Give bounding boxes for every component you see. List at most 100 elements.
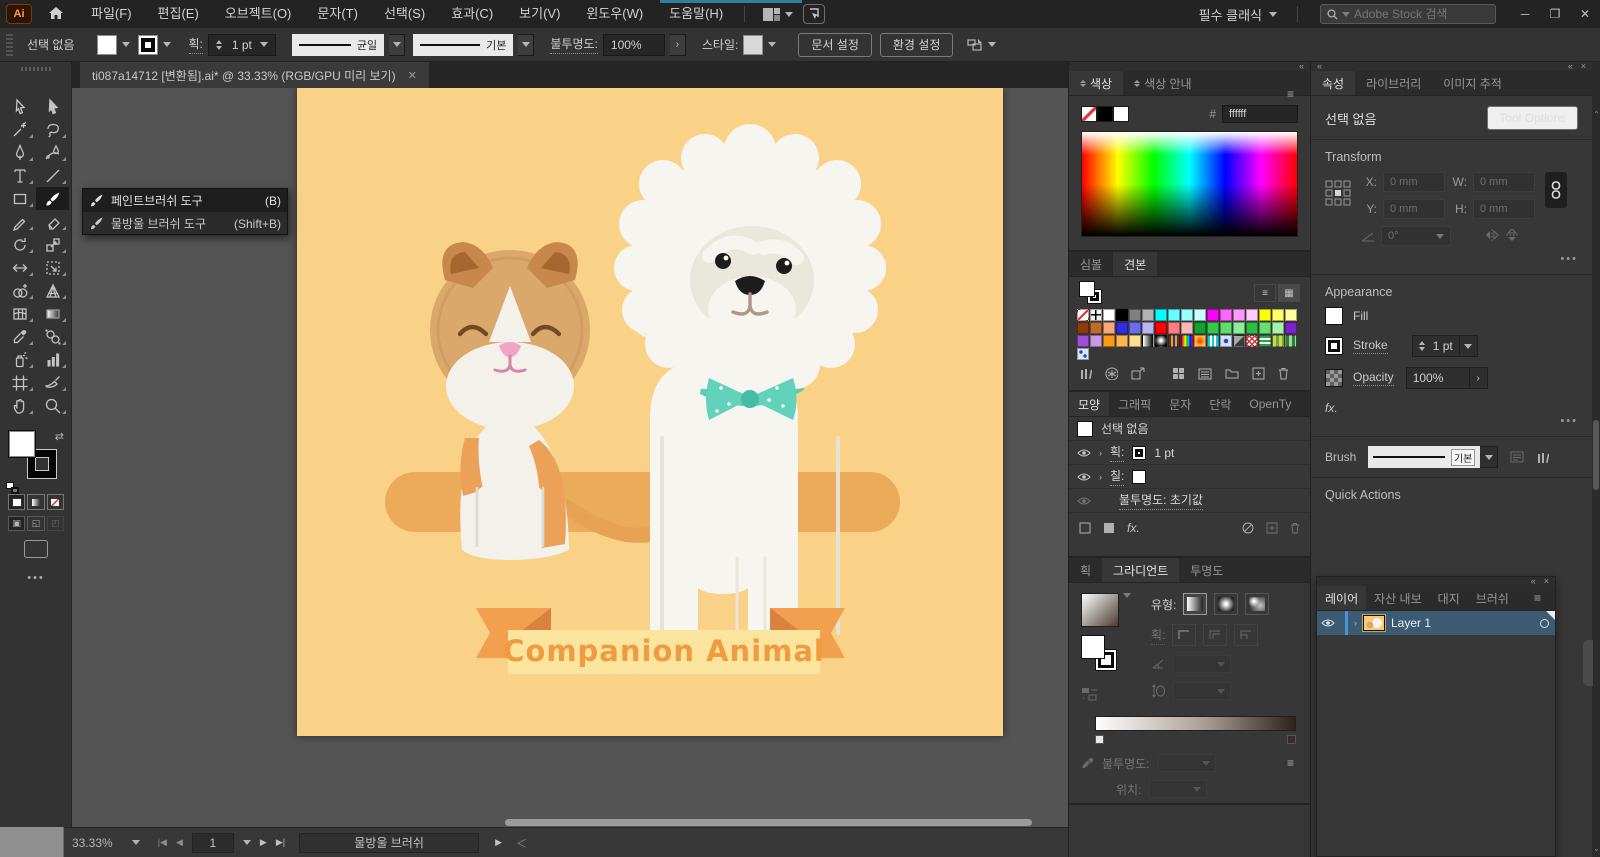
- opacity-field[interactable]: 100%: [603, 34, 665, 56]
- default-fill-stroke-icon[interactable]: [6, 482, 19, 494]
- scroll-down-icon[interactable]: ⌄: [1593, 844, 1600, 853]
- previous-artboard-icon[interactable]: ◀: [176, 837, 183, 848]
- stepper[interactable]: [216, 40, 222, 50]
- stroke-along-button[interactable]: [1203, 624, 1227, 646]
- perspective-grid-tool[interactable]: [36, 279, 69, 302]
- visibility-eye-icon[interactable]: [1077, 448, 1091, 458]
- panel-tab[interactable]: 획: [1069, 558, 1102, 582]
- panel-menu-icon[interactable]: ≡: [1534, 591, 1541, 605]
- document-tab[interactable]: ti087a14712 [변환됨].ai* @ 33.33% (RGB/GPU …: [80, 62, 429, 88]
- hex-input[interactable]: ffffff: [1222, 105, 1298, 123]
- swatch[interactable]: [1129, 322, 1141, 334]
- collapse-icon[interactable]: «: [1299, 62, 1304, 71]
- type-tool[interactable]: [3, 164, 36, 187]
- gradient-fill-stroke[interactable]: [1081, 635, 1121, 675]
- stroke-across-button[interactable]: [1234, 624, 1258, 646]
- next-artboard-icon[interactable]: ▶: [260, 837, 267, 848]
- swatch[interactable]: [1246, 309, 1258, 321]
- swatch[interactable]: [1142, 322, 1154, 334]
- home-icon[interactable]: [48, 6, 64, 23]
- x-field[interactable]: 0 mm: [1383, 172, 1445, 192]
- menu-item[interactable]: 윈도우(W): [573, 0, 656, 28]
- direct-selection-tool[interactable]: [3, 95, 36, 118]
- fill-proxy[interactable]: [8, 430, 36, 458]
- draw-normal-mode[interactable]: ▣: [8, 516, 25, 531]
- swatch[interactable]: [1103, 309, 1115, 321]
- swatch[interactable]: [1207, 309, 1219, 321]
- swatch[interactable]: [1090, 309, 1102, 321]
- panel-tab[interactable]: 심볼: [1069, 252, 1113, 276]
- none-swatch[interactable]: [1081, 106, 1097, 122]
- rectangle-tool[interactable]: [3, 187, 36, 210]
- eyedropper-tool[interactable]: [3, 325, 36, 348]
- swatch[interactable]: [1220, 309, 1232, 321]
- new-swatch-icon[interactable]: [1252, 367, 1265, 380]
- zoom-tool[interactable]: [36, 394, 69, 417]
- mesh-tool[interactable]: [3, 302, 36, 325]
- swatch[interactable]: [1233, 322, 1245, 334]
- swatch[interactable]: [1116, 322, 1128, 334]
- flip-vertical-icon[interactable]: [1505, 229, 1519, 244]
- swatch[interactable]: [1246, 335, 1258, 347]
- swatch[interactable]: [1194, 322, 1206, 334]
- graphic-style-swatch[interactable]: [743, 35, 763, 55]
- layer-name[interactable]: Layer 1: [1391, 616, 1431, 630]
- flyout-item[interactable]: 페인트브러쉬 도구 (B): [83, 189, 287, 212]
- appearance-fill-row[interactable]: › 칠:: [1069, 465, 1310, 489]
- color-button[interactable]: [8, 494, 25, 510]
- magic-wand-tool[interactable]: [3, 118, 36, 141]
- panel-collapse-handle[interactable]: [1583, 640, 1593, 686]
- more-options-button[interactable]: •••: [1325, 253, 1578, 265]
- opacity-link-label[interactable]: 불투명도: 초기값: [1119, 491, 1203, 510]
- eraser-tool[interactable]: [36, 210, 69, 233]
- align-options[interactable]: [967, 38, 996, 52]
- rotate-select[interactable]: 0°: [1381, 226, 1451, 246]
- swatch[interactable]: [1129, 309, 1141, 321]
- close-tab-icon[interactable]: ✕: [408, 69, 417, 82]
- panel-menu-icon[interactable]: ≡: [1287, 87, 1294, 101]
- menu-item[interactable]: 편집(E): [145, 0, 212, 28]
- none-button[interactable]: [47, 494, 64, 510]
- fill-stroke-indicator[interactable]: ⇄: [8, 430, 64, 488]
- linear-gradient-button[interactable]: [1183, 593, 1207, 615]
- paintbrush-tool[interactable]: [36, 187, 69, 210]
- swatch[interactable]: [1077, 309, 1089, 321]
- eyedropper-icon[interactable]: [1081, 757, 1094, 770]
- swatch-libraries-icon[interactable]: [1079, 367, 1092, 380]
- scale-tool[interactable]: [36, 233, 69, 256]
- stroke-color-control[interactable]: [138, 35, 171, 55]
- swatch[interactable]: [1259, 309, 1271, 321]
- panel-tab[interactable]: 속성: [1311, 71, 1355, 95]
- new-folder-icon[interactable]: [1225, 368, 1239, 379]
- more-options-button[interactable]: •••: [1325, 415, 1578, 427]
- arrange-documents-button[interactable]: [763, 8, 793, 21]
- collapse-icon[interactable]: «: [1317, 62, 1322, 71]
- swatch[interactable]: [1155, 335, 1167, 347]
- panel-grip[interactable]: [6, 34, 13, 56]
- swatch[interactable]: [1090, 335, 1102, 347]
- status-options-icon[interactable]: ▶: [495, 837, 502, 848]
- panel-tab[interactable]: 라이브러리: [1355, 71, 1432, 95]
- swatch[interactable]: [1285, 322, 1297, 334]
- brush-libraries-icon[interactable]: [1536, 451, 1549, 464]
- reverse-gradient-icon[interactable]: [1081, 687, 1137, 704]
- expand-layer-icon[interactable]: ›: [1354, 618, 1357, 628]
- swatch[interactable]: [1142, 309, 1154, 321]
- artboard-number-field[interactable]: 1: [192, 833, 234, 853]
- artboard-tool[interactable]: [3, 371, 36, 394]
- status-tool-field[interactable]: 물방울 브러쉬: [299, 833, 479, 853]
- stroke-link-label[interactable]: 획:: [1110, 443, 1124, 462]
- swatch[interactable]: [1103, 322, 1115, 334]
- w-field[interactable]: 0 mm: [1473, 172, 1535, 192]
- swatch[interactable]: [1207, 322, 1219, 334]
- swatch[interactable]: [1272, 322, 1284, 334]
- delete-item-icon[interactable]: [1290, 522, 1300, 534]
- fill-swatch[interactable]: [1325, 307, 1343, 325]
- gradient-stop-left[interactable]: [1095, 735, 1104, 744]
- artboard[interactable]: Companion Animal: [297, 88, 1003, 736]
- swatch[interactable]: [1181, 335, 1193, 347]
- color-spectrum[interactable]: [1081, 131, 1298, 237]
- panel-tab[interactable]: 색상: [1069, 71, 1123, 95]
- stroke-weight-dropdown[interactable]: [1460, 335, 1478, 357]
- new-fill-icon[interactable]: [1103, 522, 1115, 534]
